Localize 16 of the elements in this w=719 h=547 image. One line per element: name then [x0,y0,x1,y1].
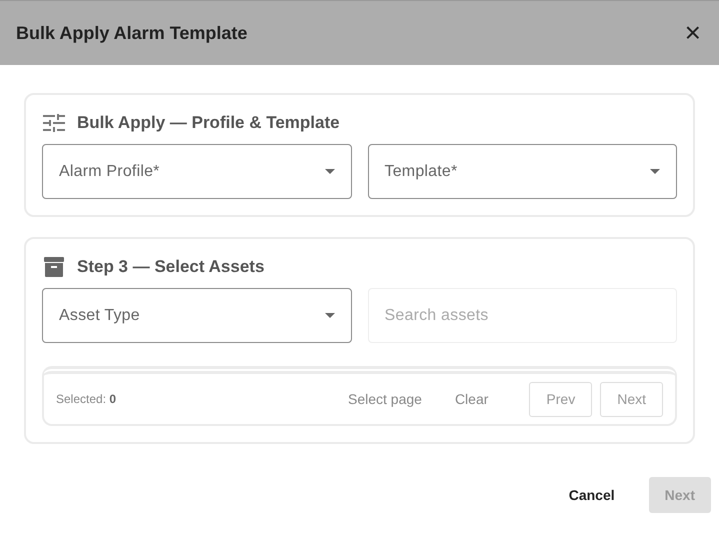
close-button[interactable]: × [682,19,703,47]
text-button[interactable]: Clear [454,387,488,411]
archive-box-icon [43,256,65,278]
caret-icon [650,169,660,174]
sliders-icon [43,114,65,132]
dropdown-field[interactable]: Template* [368,144,677,199]
section-title: Step 3 — Select Assets [77,257,264,277]
text-button[interactable]: Select page [348,387,422,411]
dropdown-field[interactable]: Alarm Profile* [42,144,352,199]
cancel-button[interactable]: Cancel [552,477,631,513]
dropdown-field[interactable]: Asset Type [42,288,352,343]
caret-icon [324,169,334,174]
caret-icon [324,313,334,318]
section-title: Bulk Apply — Profile & Template [77,113,340,133]
selected-count: Selected: 0 [56,392,118,406]
dialog-title: Bulk Apply Alarm Template [16,22,248,44]
